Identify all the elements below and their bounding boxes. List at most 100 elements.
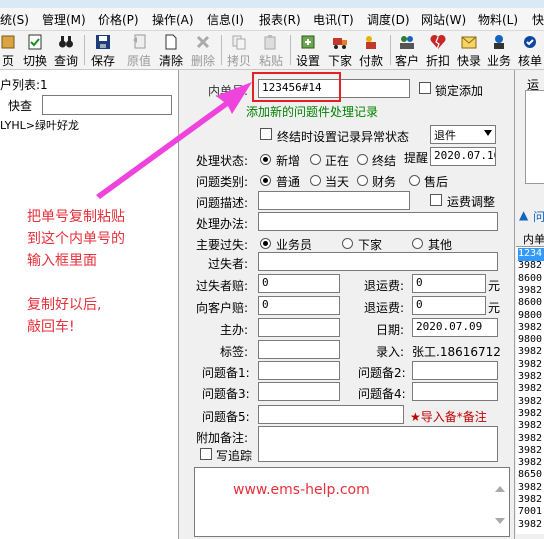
list-row[interactable]: 3982: [518, 445, 544, 458]
import-note-link[interactable]: ★导入备*备注: [410, 408, 487, 425]
trace-log-area[interactable]: www.ems-help.com: [194, 467, 510, 537]
menu-operate[interactable]: 操作(A): [152, 11, 194, 28]
method-input[interactable]: [258, 212, 498, 231]
note4-input[interactable]: [412, 382, 498, 401]
list-row[interactable]: 3982: [518, 359, 544, 372]
extra-note-input[interactable]: [258, 426, 498, 462]
list-row[interactable]: 9800: [518, 334, 544, 347]
write-trace-checkbox[interactable]: [200, 448, 212, 460]
menu-info[interactable]: 信息(I): [207, 11, 244, 28]
note1-input[interactable]: [258, 361, 340, 380]
category-radio-finance[interactable]: [357, 175, 368, 186]
note2-input[interactable]: [412, 361, 498, 380]
menu-telecom[interactable]: 电讯(T): [313, 11, 354, 28]
tag-input[interactable]: [258, 340, 340, 359]
status-radio-ongoing[interactable]: [310, 154, 321, 165]
toolbar-page-button[interactable]: 页: [0, 31, 18, 69]
toolbar-copy-button[interactable]: 拷贝: [224, 31, 254, 69]
toolbar-quick-entry-button[interactable]: 快录: [454, 31, 484, 69]
remind-date-input[interactable]: 2020.07.10: [430, 147, 496, 166]
menu-website[interactable]: 网站(W): [421, 11, 466, 28]
list-column-header[interactable]: 内单: [523, 231, 544, 247]
category-radio-aftersale[interactable]: [409, 175, 420, 186]
toolbar-discount-button[interactable]: 折扣: [423, 31, 453, 69]
status-radio-new[interactable]: [260, 154, 271, 165]
fault-radio-salesman[interactable]: [260, 238, 271, 249]
toolbar-original-button[interactable]: 原值: [124, 31, 154, 69]
menu-system[interactable]: 统(S): [0, 11, 29, 28]
freight-adjust-checkbox[interactable]: [430, 194, 442, 206]
inner-no-label: 内单号:: [208, 84, 249, 98]
list-row[interactable]: 3982: [518, 285, 544, 298]
category-radio-normal[interactable]: [260, 175, 271, 186]
menu-manage[interactable]: 管理(M): [42, 11, 86, 28]
refund1-input[interactable]: 0: [412, 274, 486, 293]
list-row[interactable]: 3982: [518, 322, 544, 335]
menu-quick[interactable]: 快: [532, 11, 544, 28]
status-radio-closed[interactable]: [357, 154, 368, 165]
toolbar-clear-button[interactable]: 清除: [156, 31, 186, 69]
list-row[interactable]: 8600: [518, 273, 544, 286]
remind-label: 提醒: [404, 151, 429, 165]
list-row[interactable]: 8600: [518, 297, 544, 310]
list-row[interactable]: 3982: [518, 433, 544, 446]
list-row[interactable]: 3982: [518, 408, 544, 421]
list-row[interactable]: 3982: [518, 519, 544, 532]
scroll-down-icon[interactable]: [495, 518, 505, 524]
list-row[interactable]: 3982: [518, 420, 544, 433]
menu-report[interactable]: 报表(R): [259, 11, 301, 28]
category-radio-sameday[interactable]: [310, 175, 321, 186]
list-row[interactable]: 3982: [518, 371, 544, 384]
list-row[interactable]: 3982: [518, 482, 544, 495]
fault-person-label: 过失者:: [208, 257, 249, 271]
list-row[interactable]: 3982: [518, 457, 544, 470]
toolbar-business-button[interactable]: 业务: [484, 31, 514, 69]
host-input[interactable]: [258, 318, 340, 337]
refund2-input[interactable]: 0: [412, 296, 486, 315]
toolbar-delete-button[interactable]: 删除: [188, 31, 218, 69]
problem-tab-label[interactable]: 问: [533, 208, 544, 225]
menu-dispatch[interactable]: 调度(D): [367, 11, 410, 28]
toolbar-downstream-button[interactable]: 下家: [325, 31, 355, 69]
scroll-up-icon[interactable]: [495, 486, 505, 492]
quick-entry-icon: [461, 36, 477, 49]
date-input[interactable]: 2020.07.09: [412, 318, 498, 337]
list-row[interactable]: 8650: [518, 469, 544, 482]
final-set-checkbox[interactable]: [260, 128, 272, 140]
menu-material[interactable]: 物料(L): [478, 11, 518, 28]
list-row[interactable]: 9800: [518, 310, 544, 323]
note5-input[interactable]: [258, 405, 404, 424]
cust-pay-input[interactable]: 0: [258, 296, 340, 315]
fault-radio-downstream[interactable]: [342, 238, 353, 249]
list-row[interactable]: 3982: [518, 260, 544, 273]
customers-icon: [400, 36, 414, 49]
note3-input[interactable]: [258, 382, 340, 401]
menu-price[interactable]: 价格(P): [98, 11, 139, 28]
list-row[interactable]: 3982: [518, 383, 544, 396]
toolbar-verify-button[interactable]: 核单: [515, 31, 544, 69]
fault-radio-other[interactable]: [412, 238, 423, 249]
desc-input[interactable]: [258, 191, 410, 210]
triangle-up-icon[interactable]: ▲: [519, 208, 528, 222]
fault-pay-input[interactable]: 0: [258, 274, 340, 293]
list-row[interactable]: 1234: [518, 248, 544, 261]
instruction-line-2: 到这个内单号的: [27, 231, 125, 247]
toolbar-payment-button[interactable]: 付款: [356, 31, 386, 69]
list-row[interactable]: 3982: [518, 396, 544, 409]
toolbar-switch-button[interactable]: 切换: [20, 31, 50, 69]
customer-list-item[interactable]: LYHL>绿叶好龙: [0, 117, 79, 133]
method-label: 处理办法:: [196, 217, 249, 231]
toolbar-search-button[interactable]: 查询: [52, 31, 80, 69]
lock-add-checkbox[interactable]: [419, 82, 431, 94]
toolbar-settings-button[interactable]: 设置: [293, 31, 323, 69]
list-row[interactable]: 3982: [518, 494, 544, 507]
quick-search-input[interactable]: [42, 95, 172, 115]
toolbar-paste-button[interactable]: 粘贴: [256, 31, 286, 69]
final-set-select[interactable]: 退件: [430, 125, 496, 144]
toolbar-save-button[interactable]: 保存: [88, 31, 118, 69]
fault-person-input[interactable]: [258, 252, 498, 271]
list-row[interactable]: 7001: [518, 506, 544, 519]
write-trace-label: 写追踪: [216, 449, 253, 463]
toolbar-customer-button[interactable]: 客户: [392, 31, 422, 69]
list-row[interactable]: 3982: [518, 346, 544, 359]
